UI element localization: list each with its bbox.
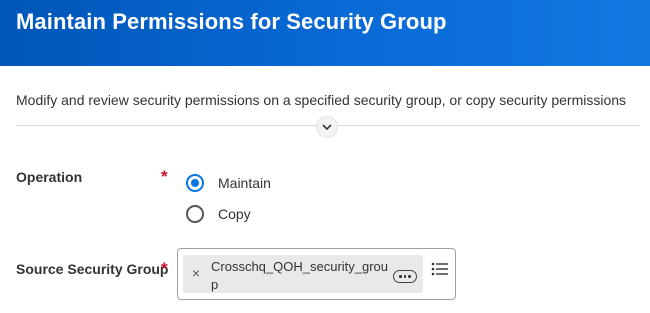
radio-copy[interactable]: Copy [186, 205, 251, 223]
operation-required-mark: * [161, 167, 168, 186]
page-title: Maintain Permissions for Security Group [16, 9, 447, 34]
selected-item-text: Crosschq_QOH_security_group [211, 259, 389, 292]
operation-label: Operation [16, 169, 83, 185]
chevron-down-icon [322, 123, 332, 130]
page-description: Modify and review security permissions o… [16, 92, 627, 108]
list-icon[interactable] [431, 261, 449, 277]
radio-maintain[interactable]: Maintain [186, 174, 271, 192]
source-security-group-required-mark: * [161, 259, 168, 278]
radio-maintain-label: Maintain [218, 175, 271, 191]
source-security-group-label: Source Security Group [16, 261, 169, 277]
selected-item-pill: × Crosschq_QOH_security_group [183, 255, 423, 293]
expand-description-button[interactable] [316, 116, 338, 138]
close-icon[interactable]: × [192, 264, 200, 282]
more-options-icon[interactable] [393, 270, 417, 283]
source-security-group-prompt[interactable]: × Crosschq_QOH_security_group [177, 248, 456, 300]
radio-copy-indicator[interactable] [186, 205, 204, 223]
radio-copy-label: Copy [218, 206, 251, 222]
page-header: Maintain Permissions for Security Group [0, 0, 650, 66]
radio-maintain-indicator[interactable] [186, 174, 204, 192]
